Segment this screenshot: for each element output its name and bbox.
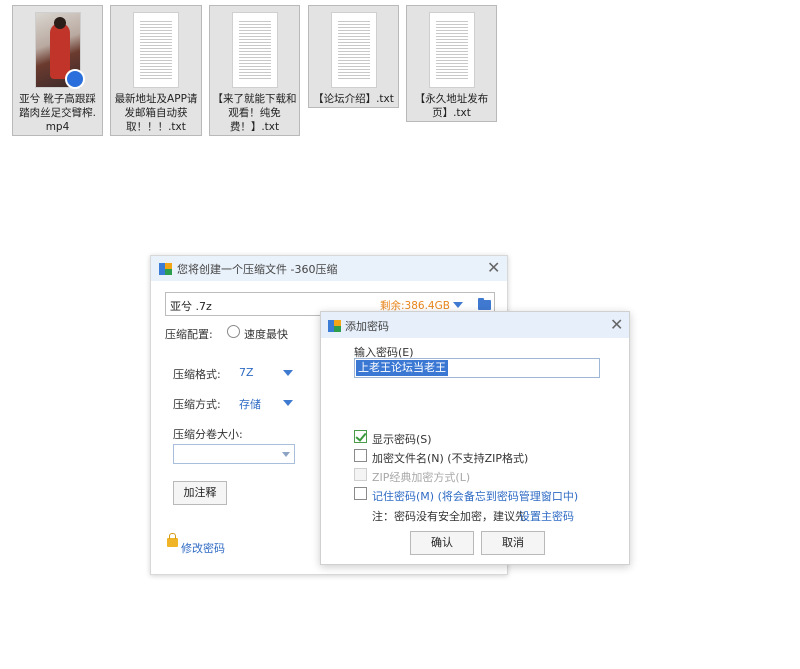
show-password-checkbox[interactable] — [354, 430, 367, 443]
ok-button[interactable]: 确认 — [410, 531, 474, 555]
chevron-down-icon[interactable] — [283, 400, 293, 406]
speed-radio[interactable] — [227, 325, 240, 338]
method-label: 压缩方式: — [173, 398, 221, 411]
speed-option-label: 速度最快 — [244, 328, 288, 341]
archive-filename: 亚兮 .7z — [170, 300, 212, 313]
encrypt-filenames-checkbox[interactable] — [354, 449, 367, 462]
file-name: 亚兮 靴子高跟踩踏肉丝足交臂榨.mp4 — [19, 93, 96, 133]
volume-size-label: 压缩分卷大小: — [173, 428, 243, 441]
lock-icon — [167, 533, 178, 547]
player-badge-icon — [65, 69, 85, 89]
file-name: 【来了就能下载和观看！纯免费！】.txt — [212, 93, 297, 133]
zip-classic-checkbox — [354, 468, 367, 481]
close-icon[interactable]: ✕ — [487, 260, 500, 276]
compress-window-title: 您将创建一个压缩文件 -360压缩 — [177, 263, 338, 276]
desktop-file-txt[interactable]: 【来了就能下载和观看！纯免费！】.txt — [209, 5, 300, 136]
file-name: 【永久地址发布页】.txt — [414, 93, 489, 119]
chevron-down-icon[interactable] — [282, 452, 290, 457]
change-password-link[interactable]: 修改密码 — [181, 540, 225, 556]
remember-password-label[interactable]: 记住密码(M) (将会备忘到密码管理窗口中) — [372, 488, 578, 504]
desktop-file-video[interactable]: 亚兮 靴子高跟踩踏肉丝足交臂榨.mp4 — [12, 5, 103, 136]
password-dialog-title: 添加密码 — [345, 320, 389, 333]
password-input[interactable]: 上老王论坛当老王 — [354, 358, 600, 378]
add-password-dialog: 添加密码 ✕ 输入密码(E) 上老王论坛当老王 显示密码(S) 加密文件名(N)… — [320, 311, 630, 565]
security-note: 注：密码没有安全加密，建议先 — [372, 510, 526, 523]
text-file-icon — [231, 12, 278, 88]
file-name: 【论坛介绍】.txt — [313, 93, 394, 105]
cancel-button[interactable]: 取消 — [481, 531, 545, 555]
archive-app-icon — [159, 263, 172, 275]
desktop-file-txt[interactable]: 最新地址及APP请发邮箱自动获取！！！.txt — [110, 5, 202, 136]
password-value: 上老王论坛当老王 — [356, 360, 448, 376]
chevron-down-icon[interactable] — [453, 302, 463, 308]
text-file-icon — [330, 12, 377, 88]
file-name: 最新地址及APP请发邮箱自动获取！！！.txt — [114, 93, 198, 133]
desktop-file-txt[interactable]: 【永久地址发布页】.txt — [406, 5, 497, 122]
archive-app-icon — [328, 320, 341, 332]
password-dialog-titlebar[interactable]: 添加密码 ✕ — [321, 312, 629, 338]
folder-icon[interactable] — [478, 298, 491, 310]
show-password-label: 显示密码(S) — [372, 433, 432, 446]
set-master-password-link[interactable]: 设置主密码 — [519, 508, 574, 524]
add-comment-button[interactable]: 加注释 — [173, 481, 227, 505]
chevron-down-icon[interactable] — [283, 370, 293, 376]
encrypt-filenames-label: 加密文件名(N) (不支持ZIP格式) — [372, 452, 529, 465]
format-label: 压缩格式: — [173, 368, 221, 381]
thumbnail-head — [53, 17, 66, 29]
zip-classic-label: ZIP经典加密方式(L) — [372, 471, 471, 484]
text-file-icon — [428, 12, 475, 88]
config-label: 压缩配置: — [165, 328, 213, 341]
desktop-file-txt[interactable]: 【论坛介绍】.txt — [308, 5, 399, 108]
close-icon[interactable]: ✕ — [610, 317, 623, 333]
volume-size-combo[interactable] — [173, 444, 295, 464]
text-file-icon — [133, 12, 179, 88]
compress-window-titlebar[interactable]: 您将创建一个压缩文件 -360压缩 ✕ — [151, 256, 507, 281]
format-value[interactable]: 7Z — [239, 366, 254, 379]
remember-password-checkbox[interactable] — [354, 487, 367, 500]
method-value[interactable]: 存储 — [239, 396, 261, 412]
thumbnail-figure — [49, 23, 70, 79]
